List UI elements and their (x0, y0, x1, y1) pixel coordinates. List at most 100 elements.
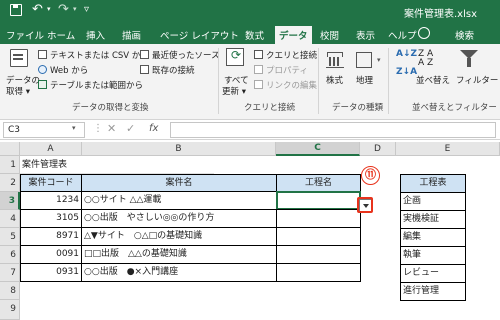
row-header[interactable]: 4 (0, 210, 20, 228)
group-label-get-transform: データの取得と変換 (72, 103, 149, 113)
tab-help[interactable]: ヘルプ (388, 28, 417, 42)
table-cell-process[interactable] (276, 263, 361, 282)
refresh-all-dropdown[interactable]: 更新 ▾ (222, 85, 246, 97)
save-icon[interactable] (10, 4, 22, 16)
properties-button[interactable]: プロパティ (266, 64, 308, 76)
enter-icon[interactable]: ✓ (126, 122, 135, 135)
formula-input[interactable] (170, 122, 496, 138)
header-cell-code[interactable]: 案件コード (20, 174, 82, 192)
queries-connections-icon (254, 50, 263, 59)
row-header[interactable]: 3 (0, 192, 20, 210)
header-cell-name[interactable]: 案件名 (81, 174, 277, 192)
table-cell-code[interactable]: 8971 (20, 227, 82, 246)
filter-button[interactable]: フィルター (456, 74, 498, 86)
edit-links-button[interactable]: リンクの編集 (266, 79, 317, 91)
table-cell-name[interactable]: ○○出版 やさしい◎◎の作り方 (81, 209, 277, 228)
process-list-item[interactable]: 編集 (400, 228, 466, 247)
tab-draw[interactable]: 描画 (122, 28, 141, 42)
existing-connections-button[interactable]: 既存の接続 (152, 64, 195, 76)
table-cell-code[interactable]: 0091 (20, 245, 82, 264)
get-data-dropdown[interactable]: 取得 ▾ (6, 85, 30, 97)
table-cell-name[interactable]: □□出版 △△の基礎知識 (81, 245, 277, 264)
get-data-icon[interactable] (10, 49, 28, 67)
table-cell-name[interactable]: △▼サイト ○△□の基礎知識 (81, 227, 277, 246)
chevron-down-icon[interactable]: ▾ (72, 124, 76, 132)
text-csv-button[interactable]: テキストまたは CSV から (50, 49, 149, 61)
sheet-title-cell[interactable]: 案件管理表 (20, 156, 214, 174)
sort-icon[interactable]: Z AA Z (418, 50, 433, 68)
column-header-d[interactable]: D (360, 142, 396, 156)
recent-sources-icon (140, 50, 149, 59)
row-header[interactable]: 6 (0, 246, 20, 264)
tab-view[interactable]: 表示 (356, 28, 375, 42)
sort-descending-icon[interactable]: Z↓A (396, 68, 417, 77)
table-cell-process[interactable] (276, 209, 361, 228)
tab-data[interactable]: データ (275, 26, 312, 46)
queries-connections-button[interactable]: クエリと接続 (266, 49, 317, 61)
redo-icon[interactable]: ↷ (58, 2, 69, 17)
title-bar: ↶ ▾ ↷ ▾ ▿ 案件管理表.xlsx (0, 0, 500, 24)
table-cell-code[interactable]: 1234 (20, 191, 82, 210)
process-table-header[interactable]: 工程表 (400, 174, 466, 193)
header-cell-process[interactable]: 工程名 (276, 174, 361, 192)
search-label[interactable]: 検索 (455, 28, 474, 42)
group-label-data-types: データの種類 (332, 103, 384, 113)
stocks-button[interactable]: 株式 (326, 74, 343, 86)
more-icon[interactable]: ⋮ (93, 123, 103, 134)
group-label-sort-filter: 並べ替えとフィルター (412, 103, 497, 113)
tab-formulas[interactable]: 数式 (245, 28, 264, 42)
process-list-item[interactable]: レビュー (400, 264, 466, 283)
table-cell-name[interactable]: ○○出版 ●×入門講座 (81, 263, 277, 282)
table-range-button[interactable]: テーブルまたは範囲から (50, 79, 143, 91)
undo-icon[interactable]: ↶ (32, 2, 43, 17)
chevron-down-icon[interactable]: ▾ (377, 56, 381, 64)
customize-qat-icon[interactable]: ▿ (84, 4, 89, 15)
insert-function-icon[interactable]: fx (149, 123, 158, 134)
column-header-e[interactable]: E (396, 142, 500, 156)
table-cell-name[interactable]: ○○サイト △△運載 (81, 191, 277, 210)
process-list-item[interactable]: 企画 (400, 192, 466, 211)
column-header-a[interactable]: A (20, 142, 82, 156)
column-header-c[interactable]: C (276, 142, 360, 156)
recent-sources-button[interactable]: 最近使ったソース (152, 49, 220, 61)
tab-review[interactable]: 校閲 (320, 28, 339, 42)
cancel-icon[interactable]: ✕ (107, 122, 116, 135)
stocks-icon[interactable] (326, 52, 344, 68)
table-cell-process[interactable] (276, 245, 361, 264)
web-button[interactable]: Web から (50, 64, 88, 76)
select-all-corner[interactable] (0, 142, 20, 156)
process-list-item[interactable]: 実機検証 (400, 210, 466, 229)
tab-page-layout[interactable]: ページ レイアウト (160, 28, 239, 42)
row-header[interactable]: 9 (0, 300, 20, 320)
tab-file[interactable]: ファイル (6, 28, 44, 42)
row-header[interactable]: 5 (0, 228, 20, 246)
name-box-value: C3 (8, 125, 21, 135)
table-cell-code[interactable]: 3105 (20, 209, 82, 228)
table-cell-process[interactable] (276, 227, 361, 246)
row-header[interactable]: 2 (0, 174, 20, 192)
tab-insert[interactable]: 挿入 (86, 28, 105, 42)
text-csv-icon (38, 50, 47, 59)
process-list-item[interactable]: 執筆 (400, 246, 466, 265)
row-header[interactable]: 7 (0, 264, 20, 282)
undo-dropdown-icon[interactable]: ▾ (47, 5, 51, 13)
redo-dropdown-icon[interactable]: ▾ (73, 5, 77, 13)
tab-home[interactable]: ホーム (47, 28, 75, 42)
table-cell-code[interactable]: 0931 (20, 263, 82, 282)
sort-button[interactable]: 並べ替え (416, 74, 450, 86)
geography-icon[interactable] (356, 52, 372, 68)
process-list-item[interactable]: 進行管理 (400, 282, 466, 301)
window-title: 案件管理表.xlsx (404, 9, 478, 20)
group-separator (388, 48, 389, 114)
refresh-all-icon[interactable] (226, 48, 244, 66)
geography-button[interactable]: 地理 (356, 74, 373, 86)
group-separator (318, 48, 319, 114)
row-header[interactable]: 8 (0, 282, 20, 300)
column-header-b[interactable]: B (82, 142, 276, 156)
sort-ascending-icon[interactable]: A↓Z (396, 50, 417, 59)
lightbulb-icon[interactable] (418, 27, 430, 39)
web-icon (38, 65, 47, 74)
filter-icon[interactable] (460, 50, 478, 67)
row-header[interactable]: 1 (0, 156, 20, 174)
active-cell-c3[interactable] (276, 191, 361, 210)
